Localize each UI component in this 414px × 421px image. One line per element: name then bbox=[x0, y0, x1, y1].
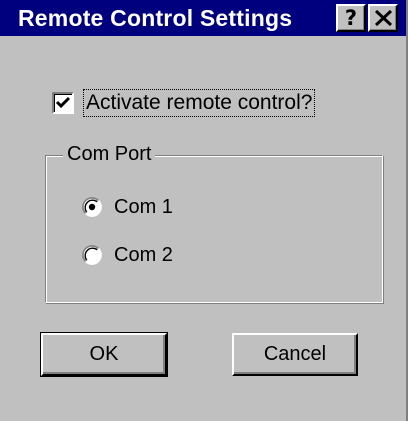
question-mark-icon: ? bbox=[344, 6, 358, 30]
help-button[interactable]: ? bbox=[336, 4, 366, 32]
com1-radio-label[interactable]: Com 1 bbox=[114, 194, 173, 220]
checkmark-icon bbox=[55, 96, 71, 109]
com1-radio-button[interactable] bbox=[82, 197, 102, 217]
activate-remote-control-checkbox[interactable] bbox=[52, 92, 74, 114]
remote-control-settings-dialog: Remote Control Settings ? Activate remot… bbox=[0, 0, 408, 421]
cancel-button[interactable]: Cancel bbox=[232, 333, 358, 376]
title-bar[interactable]: Remote Control Settings ? bbox=[0, 0, 406, 36]
ok-button[interactable]: OK bbox=[40, 332, 168, 377]
activate-remote-control-label[interactable]: Activate remote control? bbox=[82, 89, 316, 117]
close-button[interactable] bbox=[368, 4, 398, 32]
window-title: Remote Control Settings bbox=[18, 5, 293, 31]
com2-radio-label[interactable]: Com 2 bbox=[114, 242, 173, 268]
com2-radio-button[interactable] bbox=[82, 245, 102, 265]
com-port-group-label: Com Port bbox=[63, 141, 156, 167]
x-close-icon bbox=[375, 10, 392, 26]
com-port-group: Com Port Com 1 Com 2 bbox=[45, 141, 383, 303]
